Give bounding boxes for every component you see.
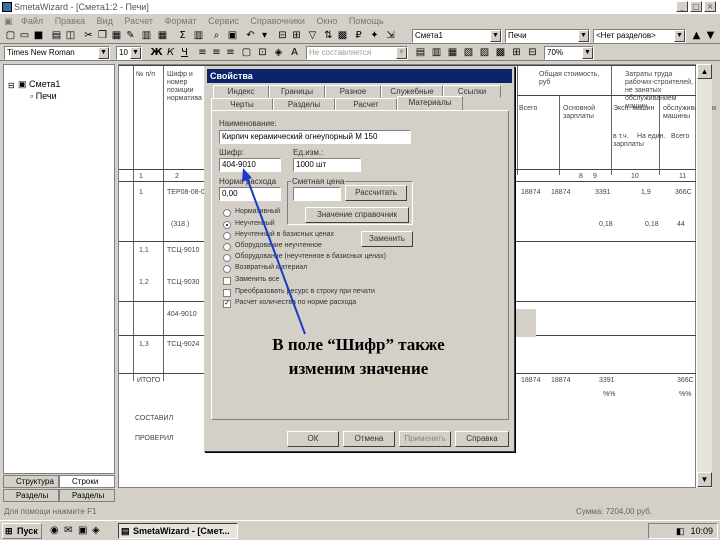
- tray-icon[interactable]: ◧: [676, 526, 685, 536]
- arrow-head: [242, 168, 252, 182]
- callout-line-2: изменим значение: [288, 359, 429, 378]
- clock: 10:09: [690, 526, 713, 536]
- app-task-icon: ▤: [121, 526, 130, 536]
- taskbar: ⊞ Пуск ◉ ✉ ▣ ◈ ▤ SmetaWizard - [Смет... ◧ 1…: [0, 520, 720, 540]
- status-sum: Сумма: 7204,00 руб.: [576, 507, 652, 516]
- desktop-icon[interactable]: ▣: [78, 525, 87, 536]
- status-bar: Для помощи нажмите F1 Сумма: 7204,00 руб…: [0, 505, 720, 519]
- media-icon[interactable]: ◈: [92, 525, 100, 536]
- arrow-line: [246, 177, 306, 335]
- task-smetawizard[interactable]: ▤ SmetaWizard - [Смет...: [118, 523, 238, 539]
- system-tray: ◧ 10:09: [648, 523, 718, 539]
- task-label: SmetaWizard - [Смет...: [133, 526, 230, 536]
- status-help: Для помощи нажмите F1: [4, 507, 97, 516]
- start-button[interactable]: ⊞ Пуск: [2, 523, 42, 539]
- callout-text: В поле “Шифр” также изменим значение: [236, 333, 481, 381]
- windows-logo-icon: ⊞: [5, 526, 13, 536]
- annotation-arrow: [242, 168, 306, 335]
- start-label: Пуск: [17, 526, 38, 536]
- browser-icon[interactable]: ◉: [50, 525, 59, 536]
- outlook-icon[interactable]: ✉: [64, 525, 72, 536]
- callout-line-1: В поле “Шифр” также: [272, 335, 445, 354]
